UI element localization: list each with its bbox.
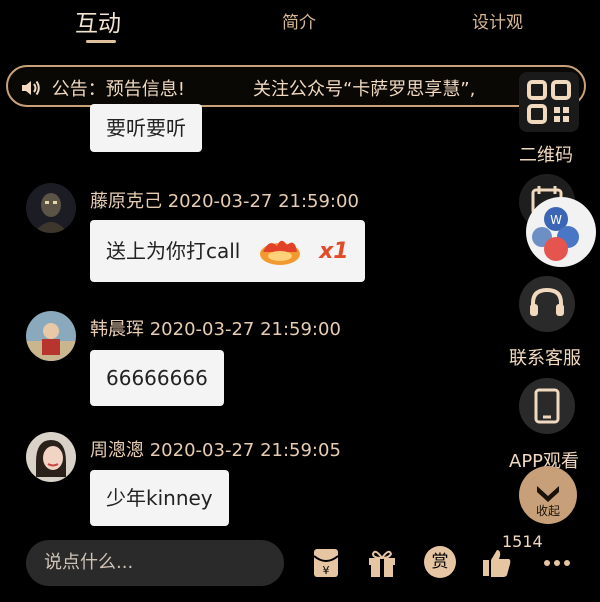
speaker-icon [22, 80, 40, 96]
message-bubble: 少年kinney [90, 470, 229, 526]
like-count: 1514 [502, 532, 543, 551]
more-icon[interactable] [540, 546, 574, 580]
message-bubble: 要听要听 [90, 104, 202, 152]
announcement-text-1: 预告信息! [105, 79, 185, 100]
qr-code-label: 二维码 [519, 145, 573, 166]
svg-text:¥: ¥ [323, 564, 330, 577]
tablet-icon [534, 388, 560, 424]
message-timestamp: 2020-03-27 21:59:00 [167, 191, 359, 212]
announcement-prefix: 公告： [51, 79, 106, 100]
avatar[interactable] [26, 311, 76, 361]
gift-icon [259, 240, 300, 265]
svg-text:W: W [550, 213, 562, 227]
tab-bar: 互动 简介 设计观 [0, 0, 600, 48]
tab-intro[interactable]: 简介 [282, 8, 316, 33]
chat-input[interactable]: 说点什么... [26, 540, 284, 586]
message-timestamp: 2020-03-27 21:59:00 [149, 319, 341, 340]
announcement-bar[interactable]: 公告：预告信息! 关注公众号“卡萨罗思享慧”, [6, 65, 586, 107]
customer-service-button[interactable] [519, 276, 575, 332]
gift-count: x1 [319, 239, 349, 264]
customer-service-label: 联系客服 [509, 348, 581, 369]
headset-icon [530, 287, 564, 316]
avatar[interactable] [26, 183, 76, 233]
message-timestamp: 2020-03-27 21:59:05 [149, 440, 341, 461]
active-tab-indicator [86, 40, 116, 43]
avatar[interactable] [26, 432, 76, 482]
message-bubble: 送上为你打call x1 [90, 220, 365, 282]
app-watch-button[interactable] [519, 378, 575, 434]
message-text: 送上为你打call [106, 239, 241, 263]
share-widget[interactable]: W [526, 197, 596, 267]
gift-box-icon[interactable] [365, 546, 399, 580]
thumbs-up-icon[interactable] [480, 546, 514, 580]
collapse-label: 收起 [535, 504, 560, 518]
collapse-button[interactable]: 收起 [519, 466, 577, 524]
message-username: 周漗漗 [90, 440, 144, 461]
tab-design-view[interactable]: 设计观 [472, 8, 523, 33]
tab-interaction[interactable]: 互动 [75, 4, 121, 38]
message-username: 藤原克己 [90, 191, 162, 212]
message-username: 韩晨珲 [90, 319, 144, 340]
share-icon: W [532, 207, 579, 261]
qr-code-icon [527, 80, 571, 124]
qr-code-button[interactable] [519, 72, 579, 132]
red-packet-icon[interactable]: ¥ [309, 546, 343, 580]
announcement-text-2: 关注公众号“卡萨罗思享慧”, [252, 79, 476, 100]
message-bubble: 66666666 [90, 350, 224, 406]
reward-button[interactable]: 赏 [424, 546, 456, 578]
